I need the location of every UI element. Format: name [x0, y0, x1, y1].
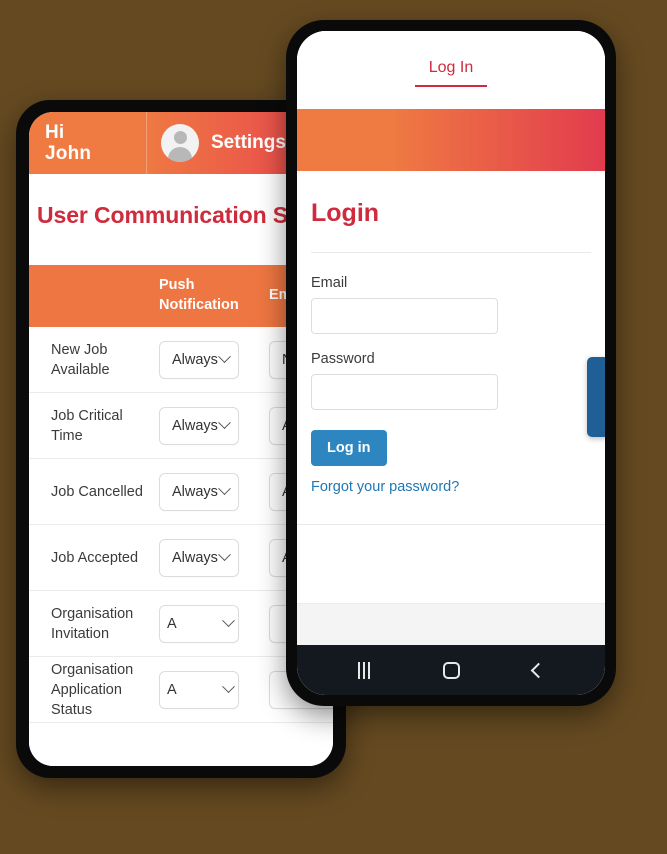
- tab-log-in[interactable]: Log In: [414, 59, 488, 87]
- row-label: Organisation Invitation: [51, 605, 134, 642]
- tab-bar: Log In: [297, 31, 605, 109]
- row-label: New Job Available: [51, 341, 110, 378]
- table-header-push: Push Notification: [159, 277, 239, 313]
- email-field[interactable]: [311, 298, 498, 334]
- recents-icon[interactable]: [357, 661, 370, 679]
- greeting-block: Hi John: [29, 112, 147, 174]
- push-select-value: A: [167, 681, 177, 698]
- chevron-down-icon: [218, 350, 231, 364]
- push-select-value: A: [167, 615, 177, 632]
- push-select[interactable]: Always: [159, 340, 239, 379]
- grey-footer: [297, 603, 605, 645]
- login-main: Login Email Password Log in Forgot your …: [297, 171, 605, 603]
- phone-device-right: Log In Login Email Password Log in Forgo…: [286, 20, 616, 706]
- row-label: Job Accepted: [51, 549, 139, 566]
- chevron-down-icon: [218, 416, 231, 430]
- cell-push: Always: [159, 472, 269, 511]
- cell-push: Always: [159, 340, 269, 379]
- footer-divider: [297, 524, 605, 525]
- push-select-value: Always: [172, 417, 218, 434]
- cell-push: A: [159, 604, 269, 643]
- push-select-value: Always: [172, 351, 218, 368]
- heading-divider: [311, 252, 591, 253]
- log-in-button[interactable]: Log in: [311, 430, 387, 466]
- cell-push: Always: [159, 538, 269, 577]
- login-screen: Log In Login Email Password Log in Forgo…: [297, 31, 605, 695]
- phone-screen-login: Log In Login Email Password Log in Forgo…: [297, 31, 605, 695]
- row-label: Job Critical Time: [51, 407, 123, 444]
- row-label: Organisation Application Status: [51, 661, 134, 718]
- row-label: Job Cancelled: [51, 483, 143, 500]
- account-settings-label: Settings: [211, 132, 286, 153]
- greeting-line-1: Hi: [45, 121, 65, 143]
- push-select-value: Always: [172, 549, 218, 566]
- chevron-down-icon: [218, 548, 231, 562]
- password-field[interactable]: [311, 374, 498, 410]
- gradient-banner: [297, 109, 605, 171]
- cell-push: Always: [159, 406, 269, 445]
- chevron-down-icon: [222, 680, 235, 694]
- push-select[interactable]: Always: [159, 472, 239, 511]
- floating-side-button[interactable]: [587, 357, 605, 437]
- login-heading: Login: [311, 199, 380, 227]
- user-avatar-icon: [161, 124, 199, 162]
- back-icon[interactable]: [531, 662, 547, 678]
- push-select[interactable]: Always: [159, 406, 239, 445]
- chevron-down-icon: [222, 614, 235, 628]
- push-select[interactable]: A: [159, 604, 239, 643]
- android-navigation-bar: [297, 645, 605, 695]
- chevron-down-icon: [218, 482, 231, 496]
- cell-push: A: [159, 670, 269, 709]
- push-select[interactable]: A: [159, 670, 239, 709]
- push-select-value: Always: [172, 483, 218, 500]
- push-select[interactable]: Always: [159, 538, 239, 577]
- password-label: Password: [311, 351, 375, 367]
- greeting-line-2: John: [45, 143, 92, 164]
- forgot-password-link[interactable]: Forgot your password?: [311, 479, 459, 495]
- screenshot-stage: Hi John Settings User Communication Sett…: [0, 0, 667, 854]
- home-icon[interactable]: [442, 661, 460, 679]
- email-label: Email: [311, 275, 348, 291]
